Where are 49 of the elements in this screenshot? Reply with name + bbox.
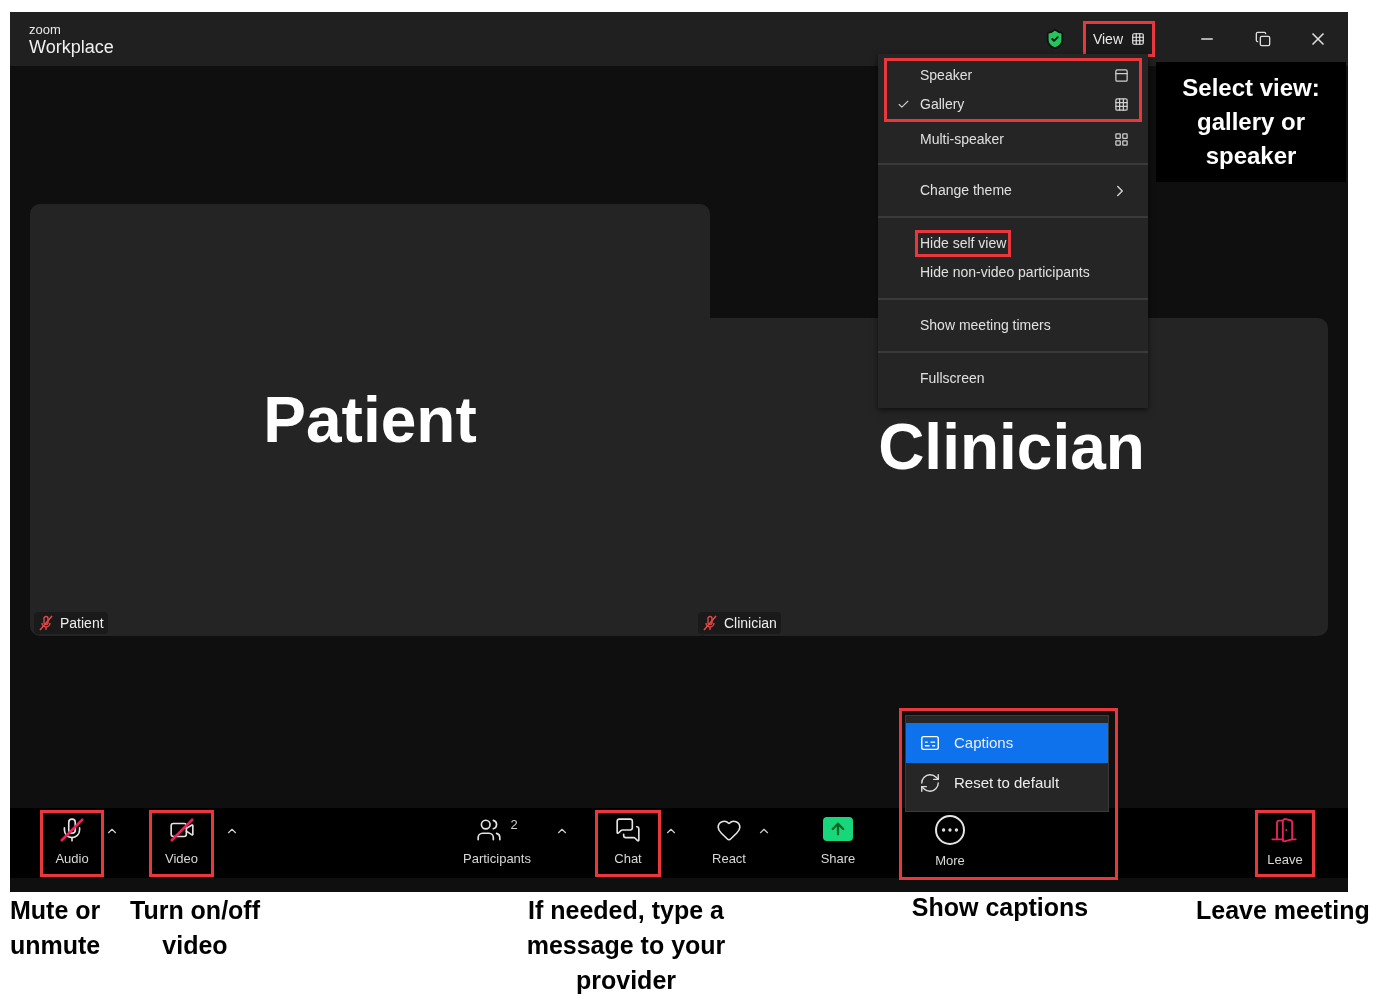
tiles-icon bbox=[1114, 132, 1129, 147]
menu-item-label: Show meeting timers bbox=[919, 316, 1052, 335]
people-icon bbox=[476, 817, 503, 844]
menu-item-label: Change theme bbox=[919, 181, 1013, 200]
menu-item-label: Hide self view bbox=[915, 230, 1012, 257]
leave-button[interactable]: Leave bbox=[1255, 809, 1315, 877]
annotation-caption: Turn on/off video bbox=[128, 895, 261, 961]
menu-item[interactable]: Speaker bbox=[887, 61, 1139, 90]
menu-item[interactable]: Multi-speaker bbox=[887, 125, 1139, 154]
menu-item[interactable]: Hide self view bbox=[887, 229, 1139, 258]
brand-name: Workplace bbox=[29, 37, 114, 56]
person-exit-door-icon bbox=[1270, 816, 1300, 845]
grid-icon bbox=[1114, 97, 1129, 112]
annotation-caption: Show captions bbox=[910, 892, 1090, 923]
more-dots-icon bbox=[935, 815, 965, 846]
annotation-caption: Leave meeting bbox=[1196, 895, 1371, 926]
menu-item-label: Fullscreen bbox=[919, 369, 986, 388]
speaker-layout-icon bbox=[1114, 68, 1129, 83]
more-menu-item[interactable]: Captions bbox=[906, 723, 1108, 763]
audio-button[interactable]: Audio bbox=[40, 809, 104, 877]
refresh-icon bbox=[919, 772, 941, 794]
participant-display-name: Patient bbox=[263, 383, 477, 458]
restore-icon[interactable] bbox=[1255, 31, 1271, 47]
chat-bubbles-icon bbox=[615, 817, 641, 844]
react-button[interactable]: React bbox=[704, 809, 754, 877]
menu-item-label: Multi-speaker bbox=[919, 130, 1006, 149]
menu-item-label: Hide non-video participants bbox=[919, 263, 1091, 282]
participants-button[interactable]: 2 Participants bbox=[454, 809, 540, 877]
share-button[interactable]: Share bbox=[808, 809, 868, 877]
participant-display-name: Clinician bbox=[878, 410, 1145, 485]
participant-name: Patient bbox=[60, 613, 104, 633]
annotation-caption: If needed, type a message to your provider bbox=[525, 895, 727, 994]
menu-item[interactable]: Gallery bbox=[887, 90, 1139, 119]
menu-item[interactable]: Show meeting timers bbox=[887, 311, 1139, 340]
video-button[interactable]: Video bbox=[149, 809, 214, 877]
view-button[interactable]: View bbox=[1082, 21, 1155, 57]
more-menu-item[interactable]: Reset to default bbox=[906, 763, 1108, 803]
menu-item[interactable]: Hide non-video participants bbox=[887, 258, 1139, 287]
participant-name: Clinician bbox=[724, 613, 777, 633]
brand-small: zoom bbox=[29, 22, 62, 36]
select-view-annotation: Select view: gallery or speaker bbox=[1156, 62, 1346, 182]
menu-item-label: Speaker bbox=[919, 66, 974, 85]
menu-item[interactable]: Fullscreen bbox=[887, 364, 1139, 393]
menu-item-label: Gallery bbox=[919, 95, 966, 114]
menu-item[interactable]: Change theme bbox=[887, 176, 1139, 205]
chat-button[interactable]: Chat bbox=[595, 809, 661, 877]
annotation-caption: Mute or unmute bbox=[10, 895, 102, 961]
grid-icon bbox=[1131, 32, 1145, 46]
participant-count: 2 bbox=[510, 817, 518, 834]
